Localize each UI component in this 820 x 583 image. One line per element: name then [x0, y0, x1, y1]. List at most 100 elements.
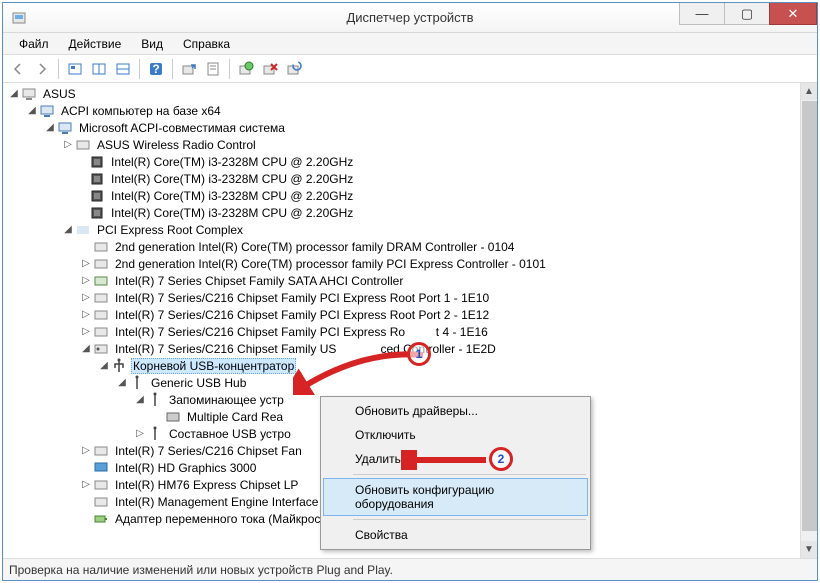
- scrollbar[interactable]: ▲ ▼: [800, 83, 817, 558]
- tree-item[interactable]: ◢ PCI Express Root Complex: [3, 221, 800, 238]
- scroll-down[interactable]: ▼: [801, 541, 817, 558]
- menu-action[interactable]: Действие: [59, 35, 132, 53]
- tb-scan[interactable]: [178, 58, 200, 80]
- tree-label: PCI Express Root Complex: [95, 223, 245, 237]
- cm-properties[interactable]: Свойства: [323, 523, 588, 547]
- expander-icon[interactable]: ◢: [97, 360, 111, 371]
- tb-sep: [139, 59, 140, 79]
- expander-icon[interactable]: ▷: [79, 326, 93, 337]
- titlebar: Диспетчер устройств — ▢ ✕: [3, 3, 817, 33]
- expander-icon[interactable]: ◢: [43, 122, 57, 133]
- disk-icon: [165, 409, 181, 425]
- scroll-thumb[interactable]: [802, 101, 817, 531]
- tree-root[interactable]: ◢ ASUS: [3, 85, 800, 102]
- device-icon: [93, 477, 109, 493]
- tb-sep: [58, 59, 59, 79]
- computer-icon: [57, 120, 73, 136]
- tree-item[interactable]: ▷ Intel(R) 7 Series/C216 Chipset Family …: [3, 289, 800, 306]
- tree-label: ACPI компьютер на базе x64: [59, 104, 223, 118]
- tb-back[interactable]: [7, 58, 29, 80]
- maximize-button[interactable]: ▢: [724, 3, 770, 25]
- menu-file[interactable]: Файл: [9, 35, 59, 53]
- expander-icon[interactable]: ▷: [79, 309, 93, 320]
- menubar: Файл Действие Вид Справка: [3, 33, 817, 55]
- device-icon: [75, 137, 91, 153]
- cm-separator: [353, 474, 586, 475]
- tb-refresh[interactable]: [283, 58, 305, 80]
- display-icon: [93, 460, 109, 476]
- cm-disable[interactable]: Отключить: [323, 423, 588, 447]
- cm-scan-hardware[interactable]: Обновить конфигурацию оборудования: [323, 478, 588, 516]
- tree-label: Intel(R) 7 Series/C216 Chipset Family PC…: [113, 308, 491, 322]
- expander-icon[interactable]: ◢: [133, 394, 147, 405]
- scroll-up[interactable]: ▲: [801, 83, 817, 100]
- tree-label: Intel(R) 7 Series Chipset Family SATA AH…: [113, 274, 405, 288]
- tree-item[interactable]: · Intel(R) Core(TM) i3-2328M CPU @ 2.20G…: [3, 153, 800, 170]
- battery-icon: [93, 511, 109, 527]
- cpu-icon: [89, 171, 105, 187]
- expander-icon[interactable]: ▷: [79, 275, 93, 286]
- tb-help[interactable]: ?: [145, 58, 167, 80]
- tree-label: 2nd generation Intel(R) Core(TM) process…: [113, 257, 548, 271]
- tree-item[interactable]: ▷ Intel(R) 7 Series Chipset Family SATA …: [3, 272, 800, 289]
- device-icon: [75, 222, 91, 238]
- tree-item[interactable]: · 2nd generation Intel(R) Core(TM) proce…: [3, 238, 800, 255]
- cm-update-drivers[interactable]: Обновить драйверы...: [323, 399, 588, 423]
- tree-item[interactable]: ▷ 2nd generation Intel(R) Core(TM) proce…: [3, 255, 800, 272]
- status-text: Проверка на наличие изменений или новых …: [9, 563, 393, 577]
- tb-props[interactable]: [202, 58, 224, 80]
- tree-item[interactable]: ▷ ASUS Wireless Radio Control: [3, 136, 800, 153]
- tree-item[interactable]: · Intel(R) Core(TM) i3-2328M CPU @ 2.20G…: [3, 204, 800, 221]
- window: Диспетчер устройств — ▢ ✕ Файл Действие …: [2, 2, 818, 581]
- expander-icon[interactable]: ◢: [25, 105, 39, 116]
- expander-icon[interactable]: ▷: [79, 258, 93, 269]
- tree-label: Microsoft ACPI-совместимая система: [77, 121, 287, 135]
- tree-label: ASUS: [41, 87, 78, 101]
- svg-text:?: ?: [152, 62, 159, 76]
- tree-item[interactable]: ◢ Microsoft ACPI-совместимая система: [3, 119, 800, 136]
- menu-view[interactable]: Вид: [131, 35, 173, 53]
- tree-item[interactable]: ▷ Intel(R) 7 Series/C216 Chipset Family …: [3, 323, 800, 340]
- tb-view2[interactable]: [112, 58, 134, 80]
- tree-label: Intel(R) 7 Series/C216 Chipset Fan: [113, 444, 304, 458]
- cpu-icon: [89, 205, 105, 221]
- expander-icon[interactable]: ◢: [115, 377, 129, 388]
- tree-item[interactable]: ▷ Intel(R) 7 Series/C216 Chipset Family …: [3, 306, 800, 323]
- tb-sep: [172, 59, 173, 79]
- cpu-icon: [89, 154, 105, 170]
- expander-icon[interactable]: ◢: [7, 88, 21, 99]
- annotation-badge-1: 1: [407, 342, 431, 366]
- tree-label: t 4 - 1E16: [434, 325, 490, 339]
- usb-icon: [111, 358, 127, 374]
- expander-icon[interactable]: ▷: [133, 428, 147, 439]
- tb-show-hidden[interactable]: [64, 58, 86, 80]
- expander-icon[interactable]: ▷: [61, 139, 75, 150]
- usb-icon: [147, 426, 163, 442]
- tb-fwd[interactable]: [31, 58, 53, 80]
- device-icon: [93, 256, 109, 272]
- minimize-button[interactable]: —: [679, 3, 725, 25]
- annotation-badge-2: 2: [489, 447, 513, 471]
- usb-icon: [147, 392, 163, 408]
- expander-icon[interactable]: ▷: [79, 445, 93, 456]
- expander-icon[interactable]: ▷: [79, 292, 93, 303]
- cpu-icon: [89, 188, 105, 204]
- tb-uninstall[interactable]: [259, 58, 281, 80]
- tree-item[interactable]: · Intel(R) Core(TM) i3-2328M CPU @ 2.20G…: [3, 170, 800, 187]
- tree-item[interactable]: · Intel(R) Core(TM) i3-2328M CPU @ 2.20G…: [3, 187, 800, 204]
- tree-label: Составное USB устро: [167, 427, 293, 441]
- close-button[interactable]: ✕: [769, 3, 817, 25]
- menu-help[interactable]: Справка: [173, 35, 240, 53]
- expander-icon[interactable]: ◢: [61, 224, 75, 235]
- tree-label: Intel(R) Core(TM) i3-2328M CPU @ 2.20GHz: [109, 155, 355, 169]
- annotation-arrow-2: [401, 450, 491, 470]
- tb-view1[interactable]: [88, 58, 110, 80]
- tb-update[interactable]: [235, 58, 257, 80]
- device-icon: [93, 307, 109, 323]
- cm-separator: [353, 519, 586, 520]
- expander-icon[interactable]: ◢: [79, 343, 93, 354]
- expander-icon[interactable]: ▷: [79, 479, 93, 490]
- computer-icon: [21, 86, 37, 102]
- tree-item[interactable]: ◢ ACPI компьютер на базе x64: [3, 102, 800, 119]
- tree-label: ASUS Wireless Radio Control: [95, 138, 258, 152]
